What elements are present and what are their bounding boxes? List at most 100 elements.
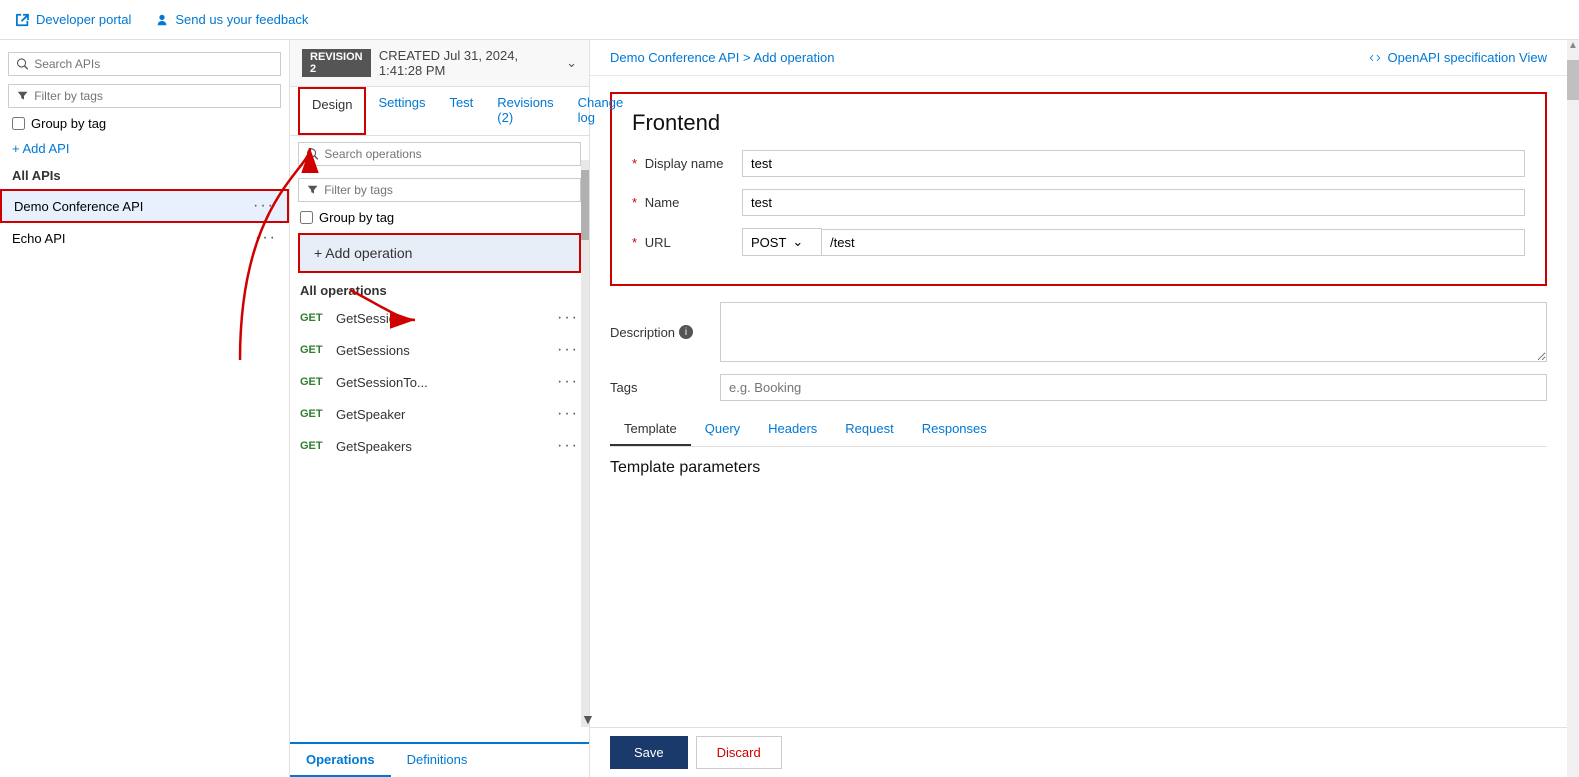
sub-tab-responses[interactable]: Responses — [908, 413, 1001, 446]
method-value: POST — [751, 235, 786, 250]
required-star: * — [632, 195, 637, 210]
tab-revisions[interactable]: Revisions (2) — [485, 87, 565, 135]
ops-group-tag-label: Group by tag — [319, 210, 394, 225]
op-more-button[interactable]: ··· — [557, 437, 579, 455]
url-text: URL — [645, 235, 671, 250]
sub-tab-request[interactable]: Request — [831, 413, 907, 446]
ops-group-tag-row: Group by tag — [290, 208, 589, 227]
revision-badge: REVISION 2 — [302, 49, 371, 77]
op-name: GetSession — [336, 311, 403, 326]
sidebar-filter-box[interactable] — [8, 84, 281, 108]
op-method: GET — [300, 344, 328, 356]
tags-text: Tags — [610, 380, 637, 395]
bottom-tab-operations[interactable]: Operations — [290, 744, 391, 777]
developer-portal-label: Developer portal — [36, 12, 131, 27]
op-name: GetSpeakers — [336, 439, 412, 454]
name-input[interactable] — [742, 189, 1525, 216]
tab-settings[interactable]: Settings — [366, 87, 437, 135]
save-button[interactable]: Save — [610, 736, 688, 769]
revision-chevron-icon[interactable]: ⌄ — [566, 55, 577, 71]
method-select[interactable]: POST ⌄ — [742, 228, 822, 256]
person-icon — [155, 13, 169, 27]
breadcrumb-api-link[interactable]: Demo Conference API — [610, 50, 739, 65]
url-path-input[interactable] — [822, 229, 1525, 256]
template-params-title: Template parameters — [610, 459, 1547, 477]
breadcrumb-page: Add operation — [753, 50, 834, 65]
sub-tab-headers[interactable]: Headers — [754, 413, 831, 446]
ops-group-tag-checkbox[interactable] — [300, 211, 313, 224]
url-row: * URL POST ⌄ — [632, 228, 1525, 256]
api-item-name: Demo Conference API — [14, 199, 143, 214]
form-area: Frontend * Display name * Name — [590, 76, 1567, 727]
url-label: * URL — [632, 235, 742, 250]
search-operations-input[interactable] — [324, 147, 572, 161]
center-scrollbar-track[interactable]: ▼ — [581, 160, 589, 727]
search-apis-input[interactable] — [34, 57, 272, 71]
bottom-tab-definitions[interactable]: Definitions — [391, 744, 484, 777]
group-by-tag-checkbox[interactable] — [12, 117, 25, 130]
right-scrollbar[interactable]: ▲ — [1567, 40, 1579, 777]
op-more-button[interactable]: ··· — [557, 373, 579, 391]
method-chevron-icon: ⌄ — [792, 234, 803, 250]
op-more-button[interactable]: ··· — [557, 405, 579, 423]
breadcrumb-separator: > — [743, 50, 754, 65]
op-more-button[interactable]: ··· — [557, 309, 579, 327]
sub-tab-query[interactable]: Query — [691, 413, 754, 446]
feedback-link[interactable]: Send us your feedback — [155, 12, 308, 27]
openapi-link[interactable]: OpenAPI specification View — [1368, 50, 1547, 65]
center-bottom-tabs: Operations Definitions — [290, 742, 589, 777]
api-item-more-button[interactable]: ··· — [255, 229, 277, 247]
op-item-getsession[interactable]: GET GetSession ··· — [290, 302, 589, 334]
tab-test[interactable]: Test — [437, 87, 485, 135]
frontend-title: Frontend — [632, 110, 1525, 136]
all-apis-label: All APIs — [0, 162, 289, 189]
code-icon — [1368, 51, 1382, 65]
sub-tab-template[interactable]: Template — [610, 413, 691, 446]
display-name-text: Display name — [645, 156, 724, 171]
display-name-input[interactable] — [742, 150, 1525, 177]
left-sidebar: Group by tag + Add API All APIs Demo Con… — [0, 40, 290, 777]
right-scroll-thumb — [1567, 60, 1579, 100]
url-input-row: POST ⌄ — [742, 228, 1525, 256]
ops-filter-box[interactable] — [298, 178, 581, 202]
revision-date: CREATED Jul 31, 2024, 1:41:28 PM — [379, 48, 558, 78]
description-text: Description — [610, 325, 675, 340]
add-operation-button[interactable]: + Add operation — [298, 233, 581, 273]
name-label: * Name — [632, 195, 742, 210]
op-more-button[interactable]: ··· — [557, 341, 579, 359]
display-name-label: * Display name — [632, 156, 742, 171]
group-by-tag-label: Group by tag — [31, 116, 106, 131]
center-tabs-bar: Design Settings Test Revisions (2) Chang… — [290, 87, 589, 136]
display-name-row: * Display name — [632, 150, 1525, 177]
api-item-name: Echo API — [12, 231, 65, 246]
sidebar-search-box[interactable] — [8, 52, 281, 76]
op-method: GET — [300, 440, 328, 452]
op-name: GetSessions — [336, 343, 410, 358]
op-item-getspeakers[interactable]: GET GetSpeakers ··· — [290, 430, 589, 462]
ops-filter-input[interactable] — [324, 183, 572, 197]
description-textarea[interactable] — [720, 302, 1547, 362]
scroll-down-arrow[interactable]: ▼ — [581, 711, 589, 727]
search-icon — [17, 58, 28, 70]
discard-button[interactable]: Discard — [696, 736, 782, 769]
tags-label: Tags — [610, 380, 720, 395]
op-item-getsessions[interactable]: GET GetSessions ··· — [290, 334, 589, 366]
filter-by-tags-input[interactable] — [34, 89, 272, 103]
tags-input[interactable] — [720, 374, 1547, 401]
tab-changelog[interactable]: Change log — [566, 87, 636, 135]
op-item-getspeaker[interactable]: GET GetSpeaker ··· — [290, 398, 589, 430]
tab-design[interactable]: Design — [298, 87, 366, 135]
op-item-getsessionto[interactable]: GET GetSessionTo... ··· — [290, 366, 589, 398]
api-item-more-button[interactable]: ··· — [253, 197, 275, 215]
required-star: * — [632, 235, 637, 250]
op-name: GetSpeaker — [336, 407, 405, 422]
tags-row: Tags — [610, 374, 1547, 401]
api-item-demo-conference[interactable]: Demo Conference API ··· — [0, 189, 289, 223]
add-api-label: + Add API — [12, 141, 69, 156]
revision-bar: REVISION 2 CREATED Jul 31, 2024, 1:41:28… — [290, 40, 589, 87]
operations-list: GET GetSession ··· GET GetSessions ··· G… — [290, 302, 589, 742]
ops-search-box[interactable] — [298, 142, 581, 166]
developer-portal-link[interactable]: Developer portal — [16, 12, 131, 27]
add-api-button[interactable]: + Add API — [0, 135, 289, 162]
api-item-echo[interactable]: Echo API ··· — [0, 223, 289, 253]
